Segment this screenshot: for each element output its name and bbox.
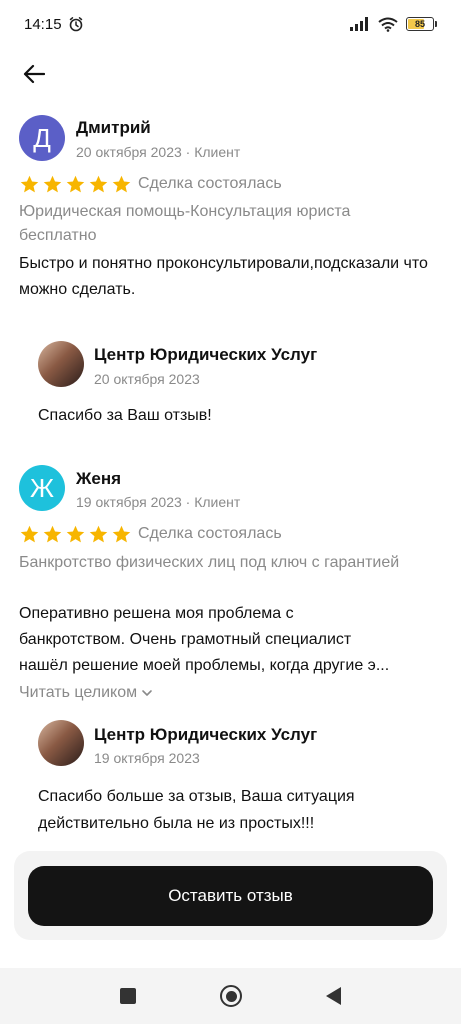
star-icon: [112, 175, 131, 193]
star-icon: [89, 175, 108, 193]
arrow-left-icon: [23, 64, 45, 84]
recents-button[interactable]: [120, 988, 136, 1004]
author-avatar: Д: [19, 115, 65, 161]
back-button[interactable]: [18, 58, 50, 90]
signal-icon: [350, 17, 368, 31]
company-avatar: [38, 720, 84, 766]
review-text-line: банкротством. Очень грамотный специалист: [19, 631, 352, 648]
review-text: Быстро и понятно проконсультировали,подс…: [19, 255, 428, 298]
alarm-icon: [69, 17, 82, 32]
status-right: 85: [350, 17, 437, 32]
star-icon: [89, 525, 108, 543]
star-icon: [66, 525, 85, 543]
home-icon: [225, 990, 237, 1002]
avatar-letter: Ж: [29, 472, 54, 503]
battery-icon: 85: [406, 17, 434, 31]
star-icon: [43, 525, 62, 543]
author-name: Женя: [76, 469, 122, 488]
system-back-button[interactable]: [326, 987, 341, 1005]
status-bar: 14:15 85: [0, 0, 461, 48]
author-name: Дмитрий: [76, 118, 151, 137]
rating-stars: [19, 524, 132, 545]
deal-status: Сделка состоялась: [138, 525, 282, 542]
wifi-icon: [378, 17, 398, 32]
reply-date: 19 октября 2023: [94, 750, 200, 766]
system-nav-bar: [0, 968, 461, 1024]
star-icon: [66, 175, 85, 193]
read-more-label: Читать целиком: [19, 684, 138, 701]
service-name: Юридическая помощь-Консультация юриста б…: [19, 203, 351, 244]
home-button[interactable]: [220, 985, 242, 1007]
company-avatar: [38, 341, 84, 387]
star-icon: [20, 175, 39, 193]
status-left: 14:15: [24, 16, 84, 33]
avatar-letter: Д: [33, 122, 51, 153]
deal-status: Сделка состоялась: [138, 175, 282, 192]
company-name: Центр Юридических Услуг: [94, 725, 318, 744]
reply-date: 20 октября 2023: [94, 371, 200, 387]
reply-text: Спасибо за Ваш отзыв!: [38, 407, 212, 424]
review-text-line: нашёл решение моей проблемы, когда други…: [19, 657, 390, 674]
star-icon: [43, 175, 62, 193]
bottom-action-panel: Оставить отзыв: [14, 851, 447, 940]
battery-level: 85: [414, 19, 425, 29]
star-icon: [20, 525, 39, 543]
chevron-down-icon: [142, 690, 152, 696]
service-name: Банкротство физических лиц под ключ с га…: [19, 554, 400, 571]
author-avatar: Ж: [19, 465, 65, 511]
review-text-line: Оперативно решена моя проблема с: [19, 605, 294, 622]
review-meta: 19 октября 2023 · Клиент: [76, 494, 241, 510]
battery-tip: [435, 21, 437, 27]
status-time: 14:15: [24, 15, 62, 33]
read-more-link[interactable]: Читать целиком: [19, 684, 153, 702]
review-meta: 20 октября 2023 · Клиент: [76, 144, 241, 160]
star-icon: [112, 525, 131, 543]
leave-review-button[interactable]: Оставить отзыв: [28, 866, 433, 926]
rating-stars: [19, 174, 132, 195]
company-name: Центр Юридических Услуг: [94, 345, 318, 364]
reply-text: Спасибо больше за отзыв, Ваша ситуация д…: [38, 788, 355, 832]
